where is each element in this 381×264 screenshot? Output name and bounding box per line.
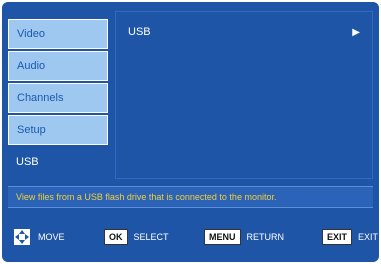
key-menu: MENU RETURN [204,228,284,246]
sidebar-item-channels[interactable]: Channels [8,83,108,113]
key-label: RETURN [246,232,285,242]
exit-key: EXIT [322,229,353,245]
sidebar-item-label: Setup [17,124,46,136]
sidebar-item-label: USB [16,156,39,168]
key-legend: MOVE OK SELECT MENU RETURN EXIT EXIT [8,228,378,246]
sidebar-item-video[interactable]: Video [8,19,108,49]
sidebar-item-setup[interactable]: Setup [8,115,108,145]
row-label: USB [128,26,151,38]
sidebar-item-label: Audio [17,60,46,72]
sidebar-item-label: Video [17,28,45,40]
sidebar: Video Audio Channels Setup USB [8,10,110,180]
key-label: EXIT [358,232,379,242]
key-label: SELECT [133,232,169,242]
key-label: MOVE [38,232,65,242]
content-panel: USB ▶ [115,11,373,179]
sidebar-item-label: Channels [17,92,64,104]
description-bar: View files from a USB flash drive that i… [8,186,373,208]
usb-menu-row[interactable]: USB ▶ [128,26,360,38]
chevron-right-icon: ▶ [352,26,360,38]
sidebar-item-audio[interactable]: Audio [8,51,108,81]
key-move: MOVE [14,228,65,246]
key-ok: OK SELECT [104,228,169,246]
key-exit: EXIT EXIT [322,228,378,246]
sidebar-item-usb[interactable]: USB [8,147,108,177]
menu-key: MENU [204,229,241,245]
dpad-icon [14,229,30,245]
ok-key: OK [104,229,128,245]
osd-menu: Video Audio Channels Setup USB USB ▶ Vie… [2,2,379,262]
